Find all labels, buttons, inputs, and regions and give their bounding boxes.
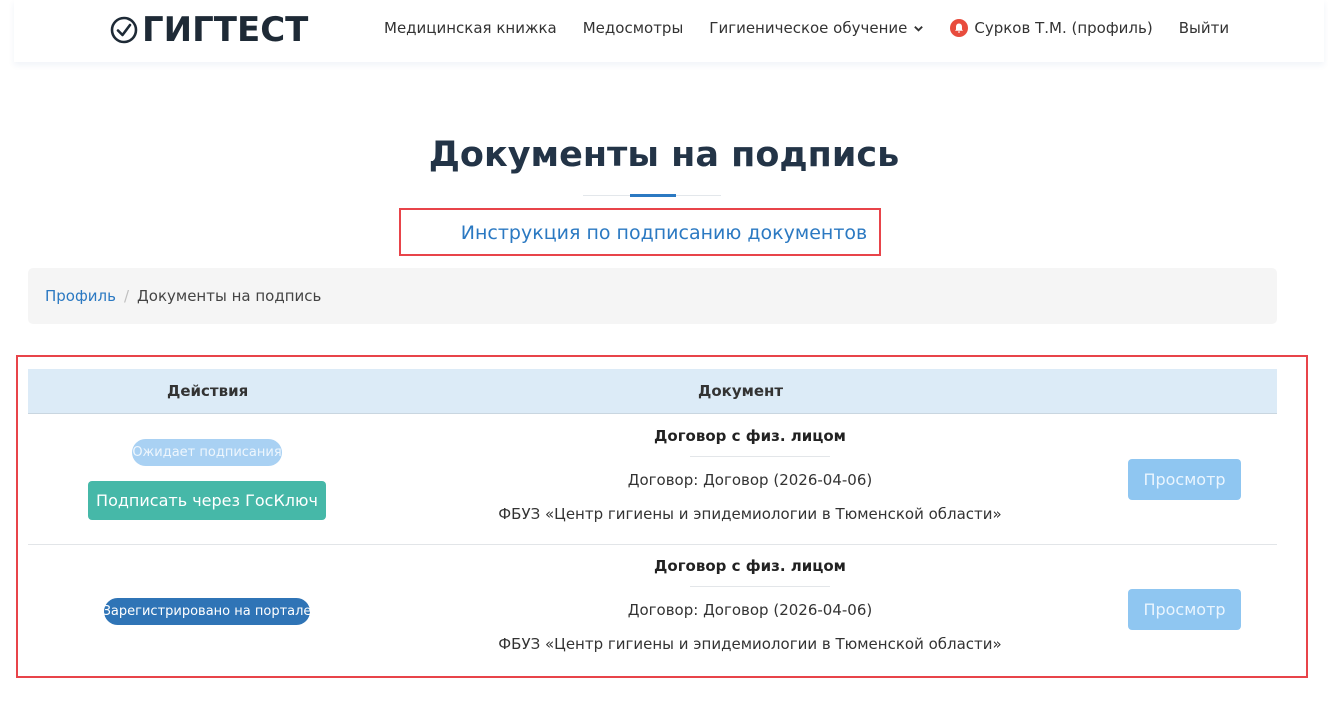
nav-logout[interactable]: Выйти — [1179, 19, 1229, 37]
checkmark-circle-icon — [110, 16, 138, 44]
chevron-down-icon — [914, 25, 924, 32]
status-badge: Зарегистрировано на портале — [103, 598, 311, 625]
document-contract: Договор: Договор (2026-04-06) — [627, 601, 873, 619]
document-organization: ФБУЗ «Центр гигиены и эпидемиологии в Тю… — [498, 505, 1002, 523]
sign-goskey-button[interactable]: Подписать через ГосКлюч — [88, 481, 326, 520]
nav-profile[interactable]: Сурков Т.М. (профиль) — [950, 19, 1153, 37]
nav-label: Медицинская книжка — [384, 19, 557, 37]
instruction-link[interactable]: Инструкция по подписанию документов — [0, 222, 1328, 244]
nav-hygiene-training[interactable]: Гигиеническое обучение — [709, 19, 924, 37]
status-badge: Ожидает подписания — [132, 439, 282, 466]
breadcrumb-profile-link[interactable]: Профиль — [45, 287, 116, 305]
nav-label: Гигиеническое обучение — [709, 19, 908, 37]
title-divider-accent — [630, 194, 676, 197]
row-divider — [28, 544, 1277, 545]
column-header-document: Документ — [698, 382, 784, 400]
bell-icon — [950, 19, 969, 37]
breadcrumb: Профиль / Документы на подпись — [28, 268, 1277, 324]
document-organization: ФБУЗ «Центр гигиены и эпидемиологии в Тю… — [498, 635, 1002, 653]
document-contract: Договор: Договор (2026-04-06) — [627, 471, 873, 489]
nav-label: Медосмотры — [582, 19, 684, 37]
column-header-actions: Действия — [167, 382, 249, 400]
table-header: Действия Документ — [28, 369, 1277, 414]
breadcrumb-separator: / — [123, 287, 130, 305]
main-nav: Медицинская книжка Медосмотры Гигиеничес… — [384, 19, 1255, 37]
document-title: Договор с физ. лицом — [654, 557, 846, 575]
logo[interactable]: ГИГТЕСТ — [109, 10, 308, 50]
document-title: Договор с физ. лицом — [654, 427, 846, 445]
view-button[interactable]: Просмотр — [1128, 589, 1241, 630]
page-title: Документы на подпись — [428, 135, 900, 175]
top-header: ГИГТЕСТ Медицинская книжка Медосмотры Ги… — [14, 0, 1324, 62]
view-button[interactable]: Просмотр — [1128, 459, 1241, 500]
logo-text: ГИГТЕСТ — [142, 10, 309, 50]
nav-medical-exams[interactable]: Медосмотры — [583, 19, 684, 37]
nav-label: Выйти — [1178, 19, 1230, 37]
nav-medical-book[interactable]: Медицинская книжка — [384, 19, 557, 37]
nav-label: Сурков Т.М. (профиль) — [974, 19, 1153, 37]
breadcrumb-current: Документы на подпись — [137, 287, 322, 305]
document-divider — [690, 586, 830, 587]
document-divider — [690, 456, 830, 457]
